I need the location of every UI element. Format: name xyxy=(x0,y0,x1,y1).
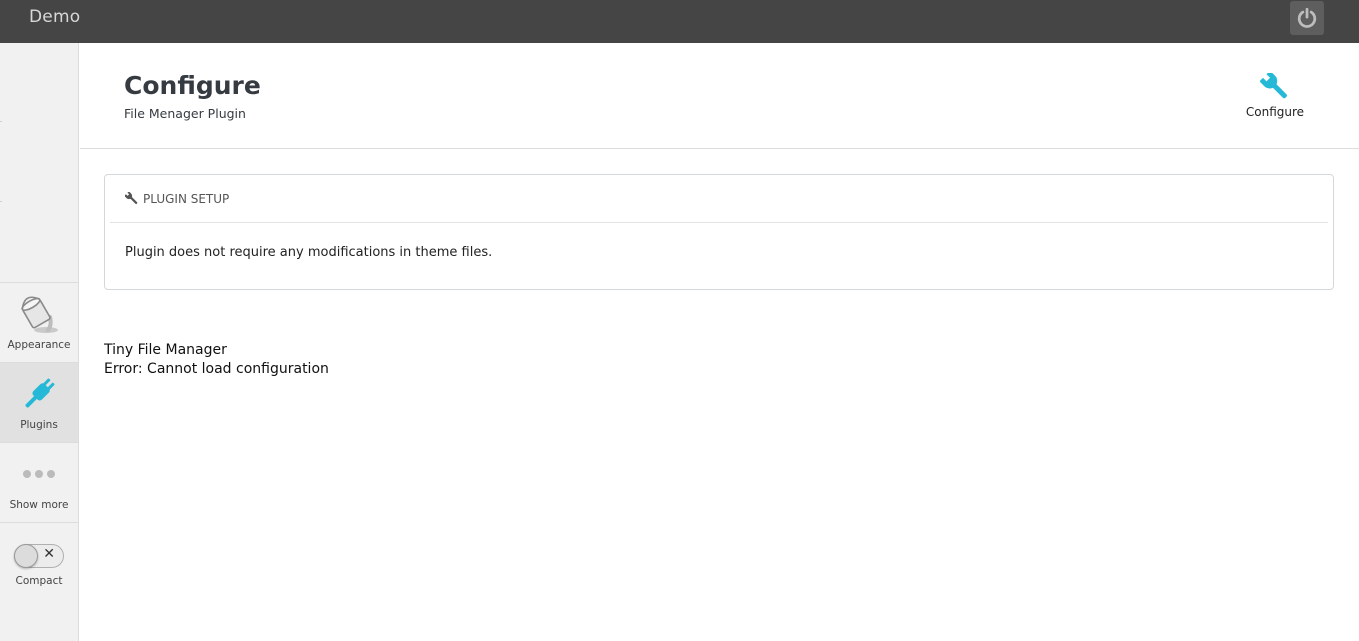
sidebar-divider xyxy=(0,121,2,122)
close-icon: ✕ xyxy=(43,546,55,562)
app-name: Tiny File Manager xyxy=(104,342,227,358)
plug-icon xyxy=(18,369,60,419)
panel-heading-text: PLUGIN SETUP xyxy=(143,191,230,206)
sidebar-item-label: Compact xyxy=(15,575,63,587)
sidebar: Appearance Plugins Show more ✕ Compact xyxy=(0,43,79,641)
sidebar-item-plugins[interactable]: Plugins xyxy=(0,362,78,442)
plugin-setup-panel: PLUGIN SETUP Plugin does not require any… xyxy=(104,174,1334,290)
sidebar-item-show-more[interactable]: Show more xyxy=(0,442,78,522)
logout-button[interactable] xyxy=(1290,1,1324,35)
configure-label: Configure xyxy=(1245,105,1305,119)
page-title: Configure xyxy=(124,71,261,100)
panel-body-text: Plugin does not require any modification… xyxy=(125,245,493,260)
sidebar-item-compact[interactable]: ✕ Compact xyxy=(0,522,78,602)
compact-toggle[interactable]: ✕ xyxy=(14,544,64,568)
page-header: Configure File Menager Plugin Configure xyxy=(80,43,1359,149)
top-bar: Demo xyxy=(0,0,1359,43)
sidebar-item-label: Appearance xyxy=(7,339,71,351)
file-manager-output: Tiny File Manager Error: Cannot load con… xyxy=(104,341,329,379)
sidebar-item-label: Show more xyxy=(9,499,69,511)
power-icon xyxy=(1297,7,1317,28)
error-message: Error: Cannot load configuration xyxy=(104,361,329,377)
panel-heading: PLUGIN SETUP xyxy=(110,175,1328,223)
sidebar-divider xyxy=(0,201,2,202)
paint-bucket-icon xyxy=(16,289,62,339)
wrench-icon xyxy=(1260,73,1287,99)
more-dots-icon xyxy=(22,449,56,499)
page-subtitle: File Menager Plugin xyxy=(124,106,246,121)
brand-name[interactable]: Demo xyxy=(29,7,80,27)
sidebar-item-label: Plugins xyxy=(20,419,58,431)
configure-button[interactable]: Configure xyxy=(1238,73,1312,125)
toggle-knob xyxy=(14,544,38,568)
wrench-icon xyxy=(125,192,138,205)
sidebar-item-appearance[interactable]: Appearance xyxy=(0,282,78,362)
